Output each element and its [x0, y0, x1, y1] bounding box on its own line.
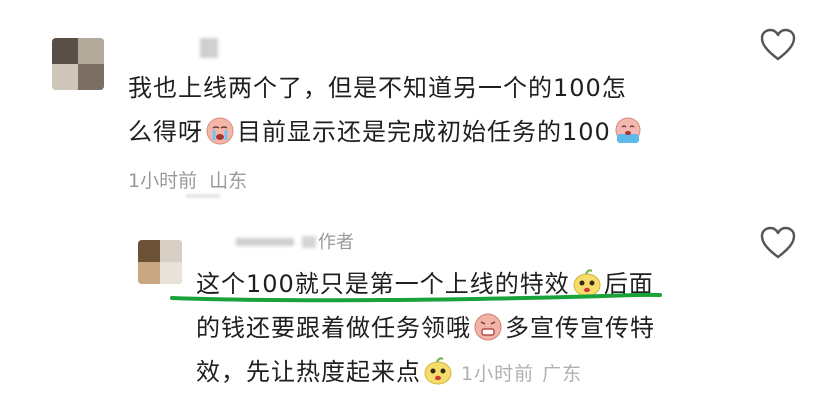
reply-avatar[interactable]	[138, 240, 182, 284]
author-badge-blur	[302, 236, 316, 248]
location: 广东	[542, 363, 583, 385]
avatar[interactable]	[52, 38, 104, 90]
like-button[interactable]	[760, 28, 796, 66]
green-underline-mark	[170, 292, 662, 303]
comment-text: 我也上线两个了，但是不知道另一个的100怎 么得呀 目前显示还是完成初始任务的1…	[128, 66, 748, 154]
author-badge: 作者	[318, 232, 354, 253]
username[interactable]	[200, 38, 218, 58]
comment-meta: 1小时前 山东	[128, 166, 247, 193]
location: 山东	[209, 170, 248, 192]
reply-line: 效，先让热度起来点	[196, 358, 421, 386]
comment-line: 目前显示还是完成初始任务的100	[237, 118, 611, 146]
heart-icon	[760, 28, 796, 61]
reply-line: 多宣传宣传特	[505, 314, 655, 342]
reply-username[interactable]	[236, 238, 294, 246]
timestamp: 1小时前	[128, 170, 198, 192]
reply-like-button[interactable]	[760, 226, 796, 264]
reply-line: 的钱还要跟着做任务领哦	[196, 314, 471, 342]
comment-line: 我也上线两个了，但是不知道另一个的100怎	[128, 74, 627, 102]
crying-emoji-icon	[206, 117, 234, 145]
blur-artifact	[186, 194, 220, 198]
grimace-emoji-icon	[474, 313, 502, 341]
heart-icon	[760, 226, 796, 259]
sobbing-emoji-icon	[615, 117, 641, 143]
timestamp: 1小时前	[461, 363, 535, 385]
cute-emoji-icon	[424, 357, 452, 385]
comment-line: 么得呀	[128, 118, 203, 146]
reply-text: 这个100就只是第一个上线的特效 后面 的钱还要跟着做任务领哦 多宣传宣传特 效…	[196, 262, 756, 396]
